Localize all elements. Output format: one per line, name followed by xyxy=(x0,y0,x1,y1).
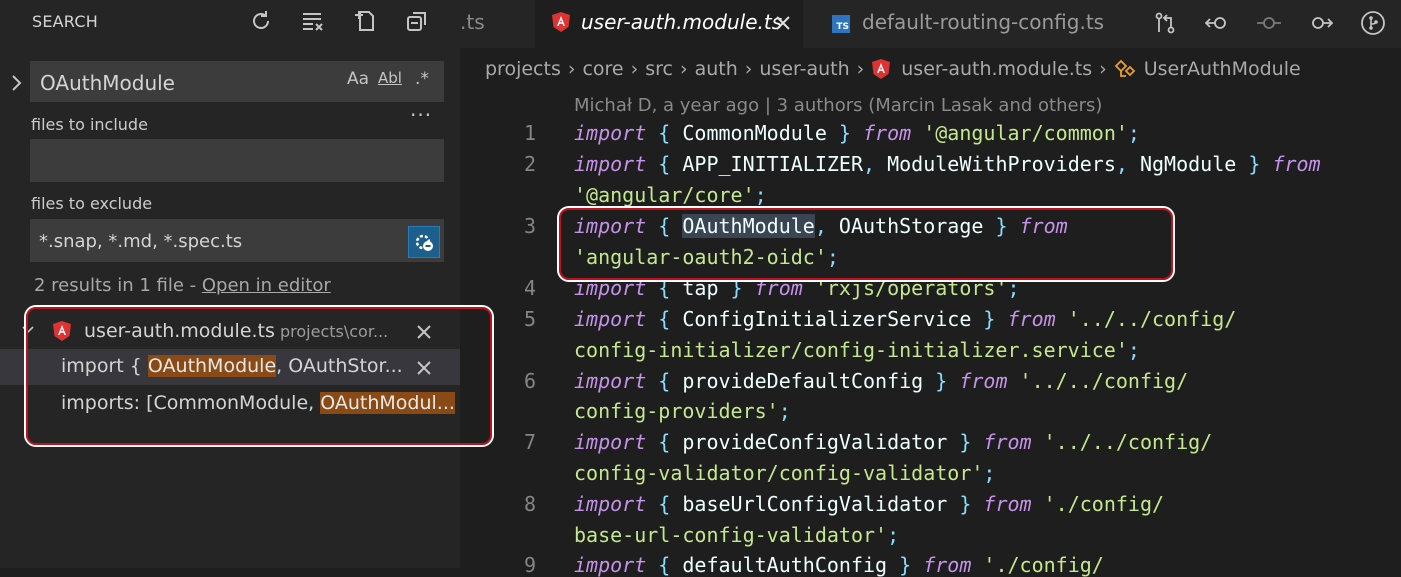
code-line-wrap[interactable]: config-initializer/config-initializer.se… xyxy=(574,338,1140,362)
search-input[interactable]: OAuthModule Aa Abl .* xyxy=(30,61,444,102)
breadcrumb-item[interactable]: src xyxy=(645,58,673,80)
line-number: 2 xyxy=(523,152,536,176)
angular-file-icon xyxy=(872,59,891,79)
refresh-icon[interactable] xyxy=(246,6,276,36)
editor-actions xyxy=(1150,8,1388,38)
code-line[interactable]: import { provideDefaultConfig } from '..… xyxy=(574,369,1188,393)
code-line-wrap[interactable]: config-validator/config-validator'; xyxy=(574,461,995,485)
tab-previous[interactable]: .ts xyxy=(460,0,530,48)
previous-change-icon[interactable] xyxy=(1202,8,1232,38)
next-change-icon[interactable] xyxy=(1306,8,1336,38)
go-to-file-icon[interactable] xyxy=(1254,8,1284,38)
clear-results-icon[interactable] xyxy=(298,6,328,36)
sidebar-actions xyxy=(246,6,432,36)
code-line-wrap[interactable]: config-providers'; xyxy=(574,399,791,423)
line-number: 5 xyxy=(523,307,536,331)
line-number: 4 xyxy=(523,276,536,300)
regex-icon[interactable]: .* xyxy=(410,69,434,89)
breadcrumb-item[interactable]: user-auth.module.ts xyxy=(901,58,1092,80)
annotation-box xyxy=(559,208,1173,280)
exclude-field[interactable]: *.snap, *.md, *.spec.ts xyxy=(30,219,444,262)
match-whole-word-icon[interactable]: Abl xyxy=(378,69,402,89)
new-search-editor-icon[interactable] xyxy=(350,6,380,36)
collapse-all-icon[interactable] xyxy=(402,6,432,36)
annotation-box xyxy=(26,307,492,445)
include-label: files to include xyxy=(31,115,148,134)
breadcrumb-item[interactable]: UserAuthModule xyxy=(1144,58,1301,80)
search-options: Aa Abl .* xyxy=(346,69,434,89)
angular-file-icon xyxy=(552,12,570,32)
code-line[interactable]: import { ConfigInitializerService } from… xyxy=(574,307,1236,331)
close-tab-icon[interactable] xyxy=(773,13,793,33)
code-line[interactable]: import { APP_INITIALIZER, ModuleWithProv… xyxy=(574,152,1321,176)
tab-user-auth-module[interactable]: user-auth.module.ts xyxy=(535,0,803,48)
git-blame-annotation[interactable]: Michał D, a year ago | 3 authors (Marcin… xyxy=(574,95,1102,116)
code-line[interactable]: import { CommonModule } from '@angular/c… xyxy=(574,121,1140,145)
breadcrumb: projects › core › src › auth › user-auth › us… xyxy=(485,58,1301,80)
tab-default-routing-config[interactable]: TS default-routing-config.ts xyxy=(810,0,1140,48)
line-number: 1 xyxy=(523,121,536,145)
tab-label: .ts xyxy=(460,10,485,34)
results-count: 2 results in 1 file - xyxy=(34,275,202,296)
code-line-wrap[interactable]: base-url-config-validator'; xyxy=(574,523,899,547)
search-query[interactable]: OAuthModule xyxy=(40,71,175,95)
breadcrumb-item[interactable]: user-auth xyxy=(759,58,849,80)
breadcrumb-item[interactable]: core xyxy=(582,58,623,80)
search-sidebar: SEARCH OAuthModule Aa Abl .* ··· files t… xyxy=(0,0,492,568)
sidebar-title: SEARCH xyxy=(32,12,98,31)
breadcrumb-item[interactable]: auth xyxy=(695,58,738,80)
line-number: 7 xyxy=(523,430,536,454)
line-number: 8 xyxy=(523,492,536,516)
breadcrumb-item[interactable]: projects xyxy=(485,58,561,80)
match-case-icon[interactable]: Aa xyxy=(346,69,370,89)
code-line[interactable]: import { defaultAuthConfig } from './con… xyxy=(574,553,1104,577)
exclude-label: files to exclude xyxy=(31,194,153,213)
open-in-editor-link[interactable]: Open in editor xyxy=(202,275,331,296)
line-number: 9 xyxy=(523,553,536,577)
line-number: 3 xyxy=(523,214,536,238)
use-exclude-settings-icon[interactable] xyxy=(408,226,440,258)
code-line-wrap[interactable]: '@angular/core'; xyxy=(574,183,767,207)
tab-label: user-auth.module.ts xyxy=(581,10,783,34)
toggle-replace-icon[interactable] xyxy=(8,72,26,94)
include-field[interactable] xyxy=(30,139,444,182)
compare-changes-icon[interactable] xyxy=(1150,8,1180,38)
code-line[interactable]: import { baseUrlConfigValidator } from '… xyxy=(574,492,1164,516)
git-lens-icon[interactable] xyxy=(1358,8,1388,38)
line-number: 6 xyxy=(523,369,536,393)
results-summary: 2 results in 1 file - Open in editor xyxy=(34,275,331,296)
exclude-value[interactable]: *.snap, *.md, *.spec.ts xyxy=(39,231,242,252)
code-line[interactable]: import { provideConfigValidator } from '… xyxy=(574,430,1212,454)
tab-label: default-routing-config.ts xyxy=(862,10,1105,34)
toggle-search-details-icon[interactable]: ··· xyxy=(410,103,432,127)
typescript-file-icon: TS xyxy=(832,15,850,33)
class-symbol-icon xyxy=(1114,59,1136,77)
